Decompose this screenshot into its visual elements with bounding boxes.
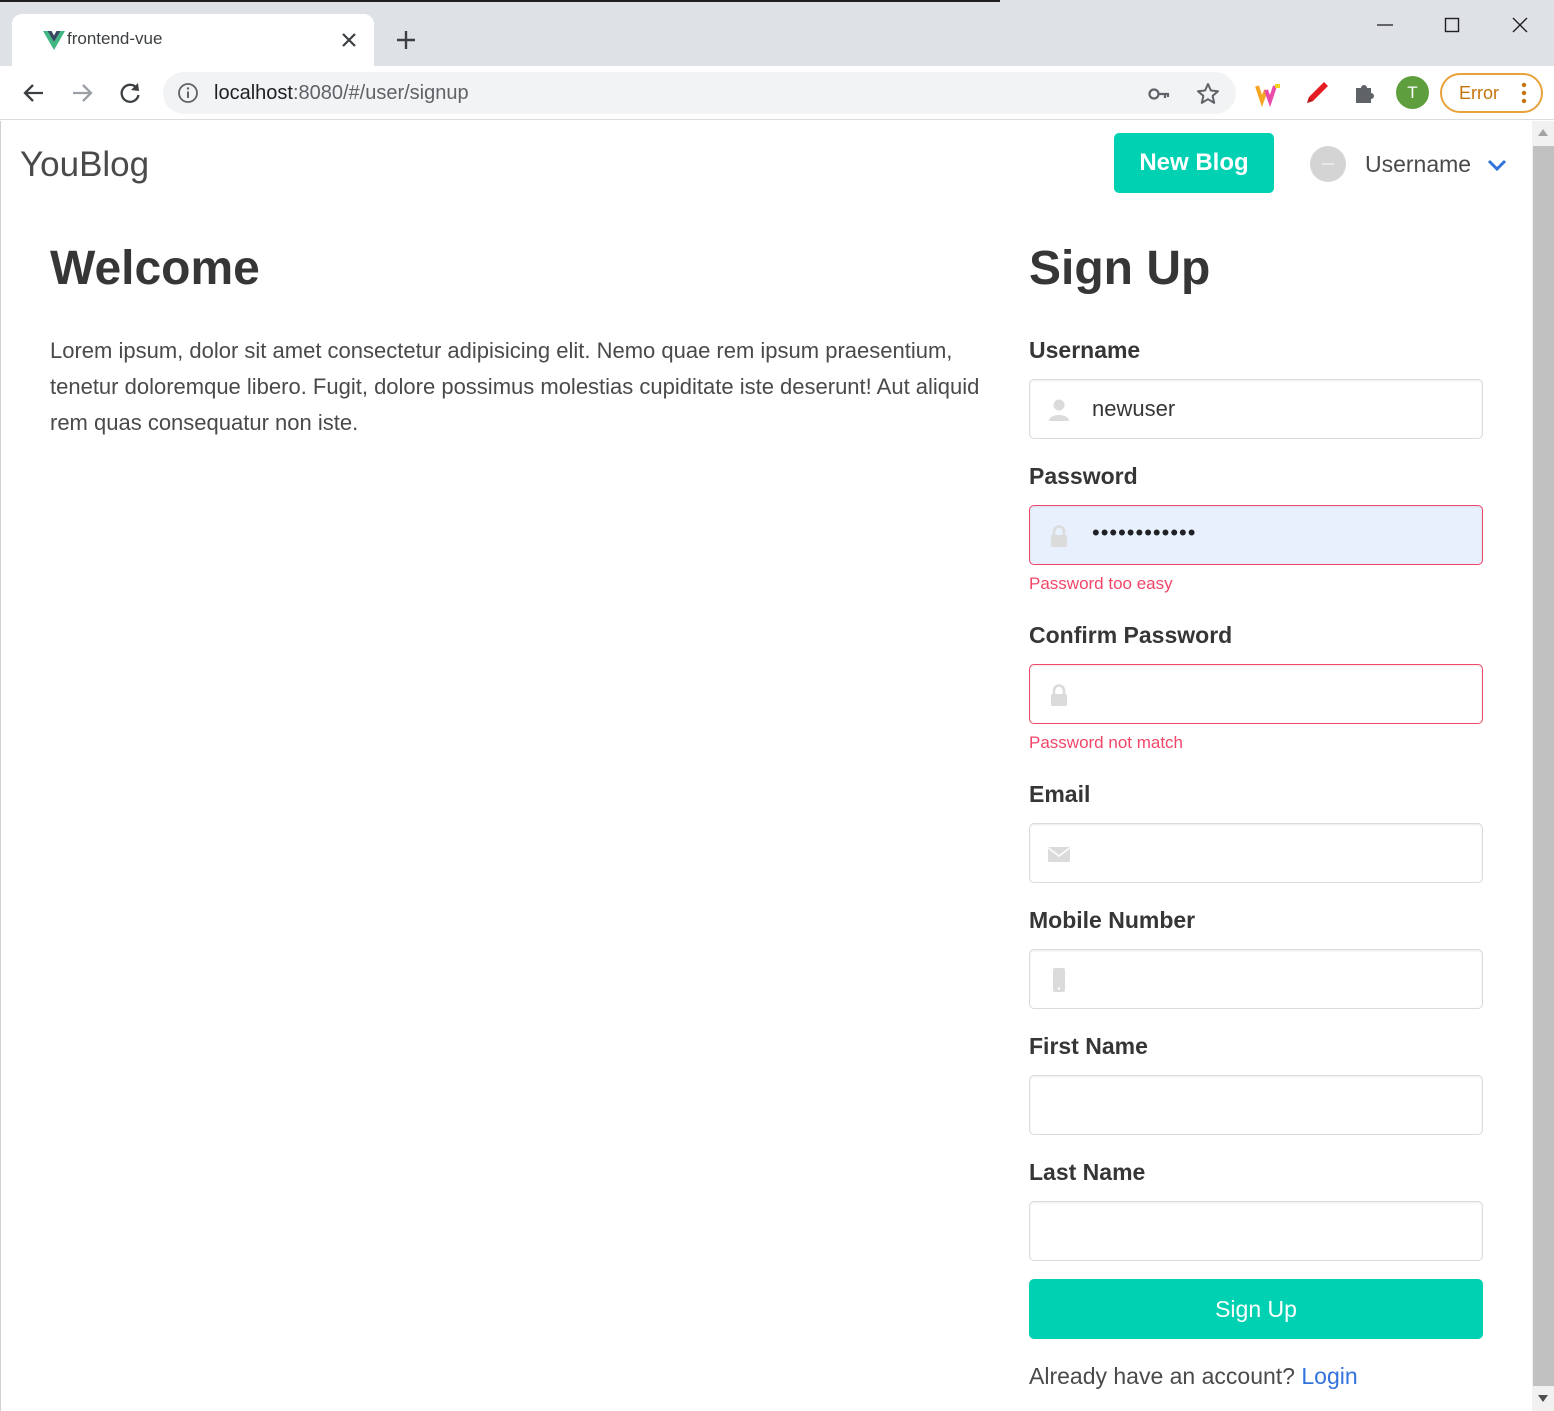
confirm-password-label: Confirm Password: [1029, 622, 1233, 648]
url-text[interactable]: localhost:8080/#/user/signup: [214, 82, 469, 105]
new-tab-icon[interactable]: [394, 28, 418, 52]
browser-tab-strip: frontend-vue: [0, 0, 1554, 66]
bookmark-star-icon[interactable]: [1195, 81, 1221, 107]
profile-avatar[interactable]: T: [1396, 76, 1429, 109]
username-value: newuser: [1092, 396, 1176, 421]
welcome-title: Welcome: [50, 242, 260, 295]
email-field[interactable]: [1029, 823, 1483, 883]
first-name-field[interactable]: [1029, 1075, 1483, 1135]
new-blog-button[interactable]: New Blog: [1114, 133, 1274, 193]
vertical-scrollbar[interactable]: [1532, 121, 1554, 1411]
lock-icon: [1051, 684, 1067, 706]
mobile-field[interactable]: [1029, 949, 1483, 1009]
login-prompt: Already have an account? Login: [1029, 1363, 1358, 1390]
user-avatar[interactable]: [1310, 146, 1346, 182]
key-icon[interactable]: [1147, 82, 1171, 106]
close-tab-icon[interactable]: [338, 29, 360, 51]
confirm-password-error: Password not match: [1029, 733, 1184, 752]
scroll-down-arrow-icon[interactable]: [1538, 1395, 1548, 1402]
browser-toolbar: localhost:8080/#/user/signup T Error: [0, 66, 1554, 120]
username-label: Username: [1029, 337, 1141, 363]
login-link[interactable]: Login: [1301, 1363, 1357, 1389]
address-bar[interactable]: localhost:8080/#/user/signup: [163, 72, 1236, 114]
back-icon[interactable]: [20, 79, 48, 107]
sign-up-button[interactable]: Sign Up: [1029, 1279, 1483, 1339]
page-viewport: YouBlog New Blog Username Welcome Lorem …: [0, 121, 1554, 1411]
confirm-password-field[interactable]: [1029, 664, 1483, 724]
user-menu-label[interactable]: Username: [1365, 151, 1471, 178]
extensions-puzzle-icon[interactable]: [1350, 78, 1380, 108]
welcome-text: Lorem ipsum, dolor sit amet consectetur …: [50, 338, 980, 435]
mobile-label: Mobile Number: [1029, 907, 1196, 933]
password-field[interactable]: ••••••••••••: [1029, 505, 1483, 565]
close-window-icon[interactable]: [1505, 10, 1535, 40]
vue-logo-icon: [43, 31, 65, 50]
error-button[interactable]: Error: [1440, 73, 1543, 113]
maximize-icon[interactable]: [1437, 10, 1467, 40]
scrollbar-thumb[interactable]: [1533, 146, 1554, 1386]
tab-title: frontend-vue: [67, 29, 163, 48]
mobile-icon: [1053, 968, 1065, 992]
last-name-label: Last Name: [1029, 1159, 1146, 1185]
chevron-down-icon[interactable]: [1486, 157, 1508, 173]
signup-title: Sign Up: [1029, 242, 1211, 295]
more-vertical-icon: [1521, 82, 1527, 104]
forward-icon[interactable]: [68, 79, 96, 107]
brand-logo[interactable]: YouBlog: [20, 145, 149, 185]
already-text: Already have an account?: [1029, 1363, 1295, 1389]
username-field[interactable]: newuser: [1029, 379, 1483, 439]
reload-icon[interactable]: [116, 79, 144, 107]
envelope-icon: [1048, 847, 1070, 862]
password-label: Password: [1029, 463, 1138, 489]
minimize-icon[interactable]: [1370, 10, 1400, 40]
password-error: Password too easy: [1029, 574, 1173, 593]
lock-icon: [1051, 525, 1067, 547]
email-label: Email: [1029, 781, 1091, 807]
password-value: ••••••••••••: [1092, 520, 1197, 545]
wappalyzer-extension-icon[interactable]: [1254, 78, 1284, 108]
window-top-border: [0, 0, 1000, 2]
user-icon: [1049, 399, 1069, 421]
browser-tab[interactable]: frontend-vue: [12, 14, 374, 66]
last-name-field[interactable]: [1029, 1201, 1483, 1261]
pen-extension-icon[interactable]: [1302, 78, 1332, 108]
first-name-label: First Name: [1029, 1033, 1148, 1059]
info-icon[interactable]: [177, 82, 199, 104]
scroll-up-arrow-icon[interactable]: [1538, 129, 1548, 136]
